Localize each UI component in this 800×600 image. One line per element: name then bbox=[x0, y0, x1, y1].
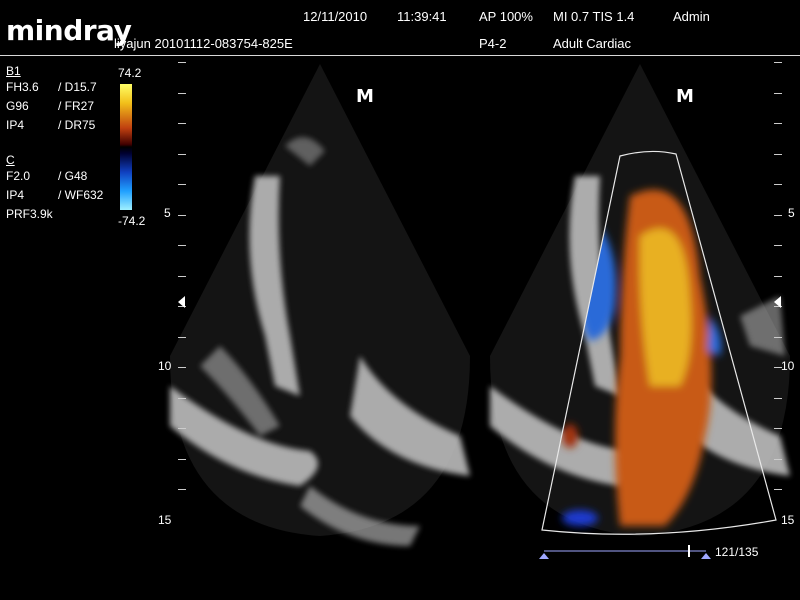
depth-tick bbox=[774, 336, 782, 338]
depth-tick bbox=[178, 184, 186, 185]
b-mode-param-row: G96 / FR27 bbox=[6, 97, 97, 116]
exam-time: 11:39:41 bbox=[397, 9, 447, 24]
depth-tick bbox=[774, 397, 782, 399]
depth-tick bbox=[774, 184, 782, 185]
depth-tick bbox=[774, 92, 782, 94]
depth-tick bbox=[178, 275, 186, 277]
depth-tick bbox=[178, 123, 186, 124]
cine-progress-bar[interactable] bbox=[538, 542, 714, 560]
b-mode-params: B1 FH3.6 / D15.7 G96 / FR27 IP4 / DR75 bbox=[6, 64, 97, 135]
mi-tis-readout: MI 0.7 TIS 1.4 bbox=[553, 9, 635, 24]
color-mode-params: C F2.0 / G48 IP4 / WF632 PRF3.9k bbox=[6, 153, 103, 224]
depth-tick bbox=[178, 214, 186, 216]
depth-tick bbox=[774, 62, 782, 63]
probe-name: P4-2 bbox=[479, 36, 507, 51]
right-depth-5: 5 bbox=[788, 206, 795, 220]
color-velocity-bar bbox=[120, 84, 132, 210]
depth-tick bbox=[178, 397, 186, 399]
color-mode-param-value: / G48 bbox=[58, 169, 88, 183]
b-mode-param-value: / D15.7 bbox=[58, 80, 97, 94]
exam-preset: Adult Cardiac bbox=[553, 36, 632, 51]
b-mode-param-name: FH3.6 bbox=[6, 80, 39, 94]
cine-playhead[interactable] bbox=[688, 545, 690, 557]
b-mode-param-value: / DR75 bbox=[58, 118, 96, 132]
color-mode-param-row: PRF3.9k bbox=[6, 205, 103, 224]
color-mode-section-label: C bbox=[6, 153, 15, 167]
color-mode-param-row: IP4 / WF632 bbox=[6, 186, 103, 205]
depth-tick bbox=[178, 489, 186, 490]
depth-tick bbox=[178, 92, 186, 94]
orientation-marker-left: M bbox=[356, 86, 374, 107]
orientation-marker-right: M bbox=[676, 86, 694, 107]
depth-tick bbox=[774, 275, 782, 277]
right-depth-10: 10 bbox=[781, 359, 795, 373]
depth-tick bbox=[774, 245, 782, 246]
depth-tick bbox=[774, 123, 782, 124]
exam-date: 12/11/2010 bbox=[303, 9, 368, 24]
b-mode-param-row: IP4 / DR75 bbox=[6, 116, 97, 135]
color-doppler-image: M bbox=[490, 64, 790, 536]
depth-tick bbox=[774, 428, 782, 429]
user-name: Admin bbox=[673, 9, 710, 24]
b-mode-image: M bbox=[170, 64, 470, 546]
depth-tick bbox=[178, 458, 186, 460]
color-scale-min: -74.2 bbox=[118, 214, 146, 228]
color-mode-param-value: / WF632 bbox=[58, 188, 104, 202]
color-scale-max: 74.2 bbox=[118, 66, 142, 80]
depth-tick bbox=[178, 153, 186, 155]
depth-tick bbox=[178, 367, 186, 368]
b-mode-param-name: G96 bbox=[6, 99, 29, 113]
b-mode-param-rows: FH3.6 / D15.7 G96 / FR27 IP4 / DR75 bbox=[6, 78, 97, 135]
depth-tick bbox=[774, 489, 782, 490]
depth-tick bbox=[178, 428, 186, 429]
cine-frame-counter: 121/135 bbox=[715, 545, 759, 559]
right-depth-15: 15 bbox=[781, 513, 795, 527]
color-mode-param-name: F2.0 bbox=[6, 169, 31, 183]
acoustic-power: AP 100% bbox=[479, 9, 533, 24]
right-focus-marker bbox=[774, 296, 781, 308]
color-mode-param-row: F2.0 / G48 bbox=[6, 167, 103, 186]
left-depth-15: 15 bbox=[158, 513, 172, 527]
b-mode-param-row: FH3.6 / D15.7 bbox=[6, 78, 97, 97]
left-depth-5: 5 bbox=[164, 206, 171, 220]
left-focus-marker bbox=[178, 296, 185, 308]
color-mode-param-name: PRF3.9k bbox=[6, 207, 53, 221]
depth-tick bbox=[178, 62, 186, 63]
b-mode-param-name: IP4 bbox=[6, 118, 25, 132]
color-mode-param-name: IP4 bbox=[6, 188, 25, 202]
mindray-logo: mindray bbox=[6, 14, 132, 47]
depth-tick bbox=[774, 153, 782, 155]
patient-id: liyajun 20101112-083754-825E bbox=[114, 36, 293, 51]
depth-tick bbox=[178, 336, 186, 338]
left-depth-10: 10 bbox=[158, 359, 172, 373]
color-mode-param-rows: F2.0 / G48 IP4 / WF632 PRF3.9k bbox=[6, 167, 103, 224]
depth-tick bbox=[178, 245, 186, 246]
b-mode-section-label: B1 bbox=[6, 64, 21, 78]
depth-tick bbox=[774, 458, 782, 460]
depth-tick bbox=[774, 214, 782, 216]
b-mode-param-value: / FR27 bbox=[58, 99, 95, 113]
